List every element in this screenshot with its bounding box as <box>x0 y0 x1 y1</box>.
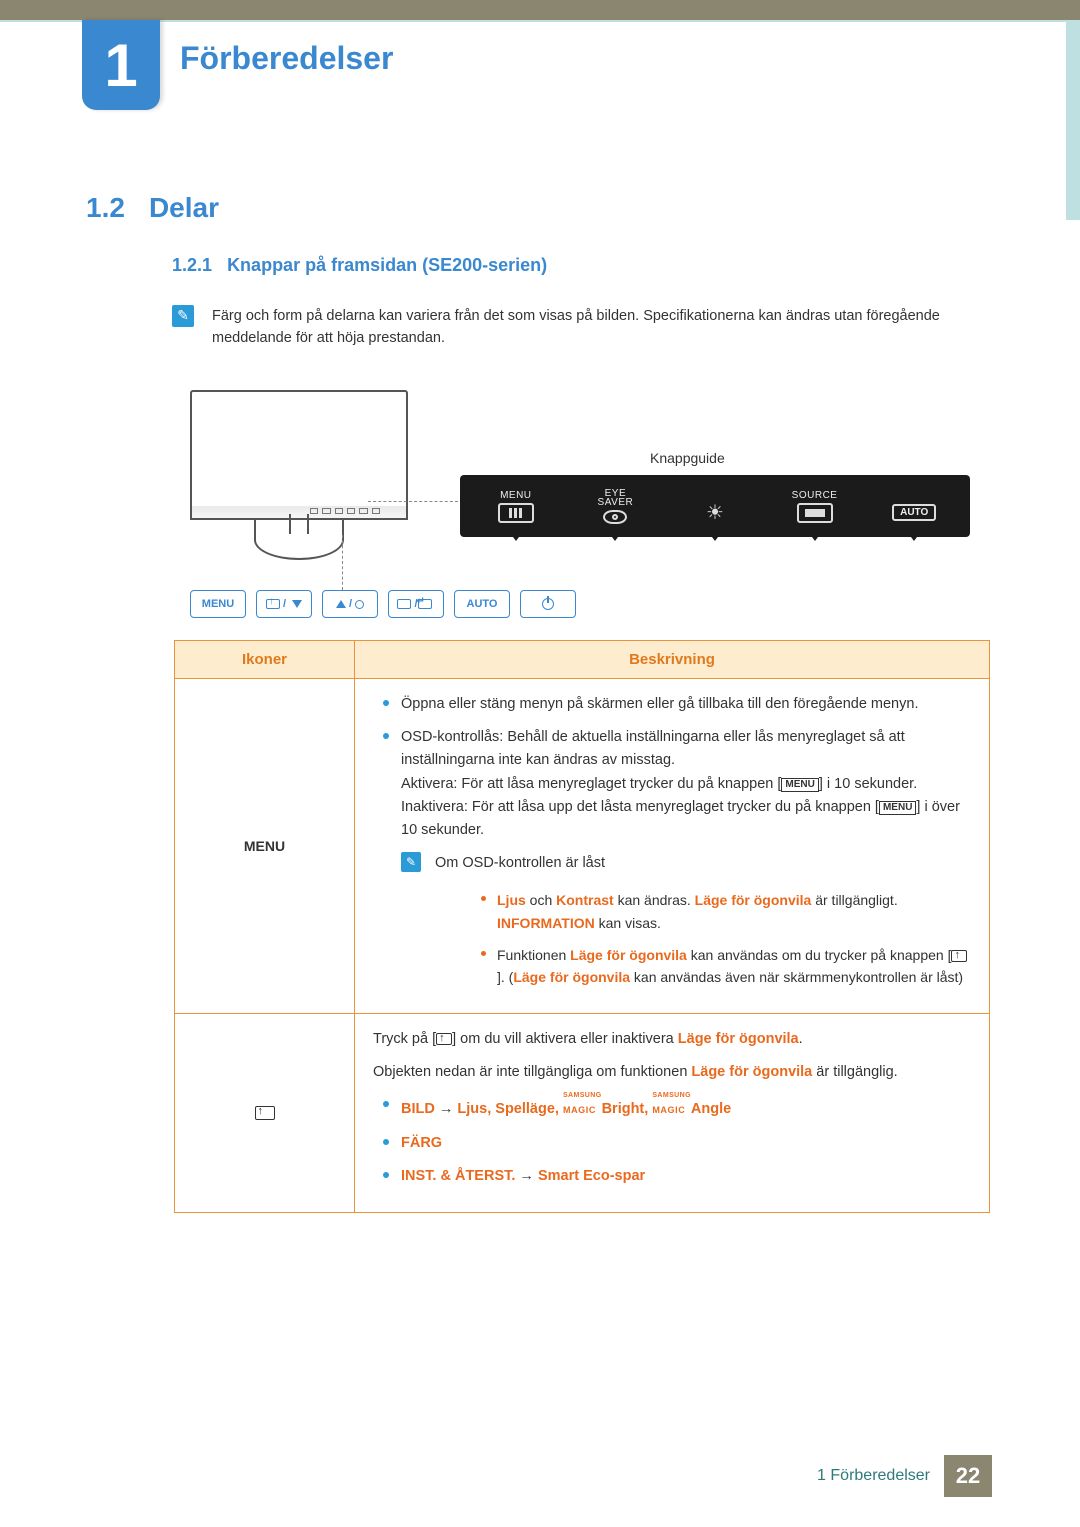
chapter-number-badge: 1 <box>82 20 160 110</box>
list-item: INST. & ÅTERST. → Smart Eco-spar <box>373 1165 971 1188</box>
eye-button-icon <box>951 950 967 962</box>
section-title: Delar <box>149 192 219 224</box>
icon-cell-menu: MENU <box>175 679 355 1014</box>
table-row: Tryck på [] om du vill aktivera eller in… <box>175 1013 990 1212</box>
osd-button-guide: MENU EYE SAVER ☀ SOURCE AUTO <box>460 475 970 537</box>
osd-source: SOURCE <box>765 479 865 533</box>
phys-menu-button: MENU <box>190 590 246 618</box>
phys-up-target-button: / <box>322 590 378 618</box>
chapter-title: Förberedelser <box>180 40 393 77</box>
section-heading: 1.2 Delar <box>86 192 219 224</box>
knappguide-label: Knappguide <box>650 450 725 466</box>
page-number: 22 <box>944 1455 992 1497</box>
samsung-magic-bright: SAMSUNGMAGIC <box>563 1094 602 1121</box>
menu-icon <box>498 503 534 523</box>
list-item: OSD-kontrollås: Behåll de aktuella instä… <box>373 726 971 842</box>
note-text: Färg och form på delarna kan variera frå… <box>212 305 990 350</box>
subsection-number: 1.2.1 <box>172 255 212 275</box>
phys-source-enter-button: / <box>388 590 444 618</box>
samsung-magic-angle: SAMSUNGMAGIC <box>652 1094 691 1121</box>
phys-eye-down-button: / <box>256 590 312 618</box>
phys-auto-button: AUTO <box>454 590 510 618</box>
desc-cell-menu: Öppna eller stäng menyn på skärmen eller… <box>355 679 990 1014</box>
subsection-title: Knappar på framsidan (SE200-serien) <box>227 255 547 275</box>
osd-auto: AUTO <box>864 479 964 533</box>
monitor-illustration <box>190 390 408 560</box>
menu-box-icon: MENU <box>879 801 916 815</box>
note-icon: ✎ <box>401 852 421 872</box>
inline-note: ✎ Om OSD-kontrollen är låst Ljus och Kon… <box>401 852 971 999</box>
button-description-table: Ikoner Beskrivning MENU Öppna eller stän… <box>174 640 990 1213</box>
physical-button-row: MENU / / / AUTO <box>190 590 576 618</box>
list-item: FÄRG <box>373 1132 971 1155</box>
section-number: 1.2 <box>86 192 125 224</box>
brightness-icon: ☀ <box>706 500 724 525</box>
list-item: Öppna eller stäng menyn på skärmen eller… <box>373 693 971 716</box>
callout-line <box>368 501 458 502</box>
list-item: Funktionen Läge för ögonvila kan använda… <box>475 944 971 989</box>
info-note: ✎ Färg och form på delarna kan variera f… <box>172 305 990 350</box>
osd-brightness: ☀ <box>665 479 765 533</box>
table-row: MENU Öppna eller stäng menyn på skärmen … <box>175 679 990 1014</box>
icon-cell-eye <box>175 1013 355 1212</box>
eye-icon <box>603 510 627 524</box>
eye-button-icon <box>436 1033 452 1045</box>
figure-monitor-buttons: Knappguide MENU EYE SAVER ☀ SOURCE AUTO <box>170 380 990 630</box>
subsection-heading: 1.2.1 Knappar på framsidan (SE200-serien… <box>172 255 547 276</box>
callout-line-down <box>342 535 343 590</box>
desc-cell-eye: Tryck på [] om du vill aktivera eller in… <box>355 1013 990 1212</box>
osd-menu: MENU <box>466 479 566 533</box>
phys-power-button <box>520 590 576 618</box>
eye-button-icon <box>255 1106 275 1120</box>
auto-icon: AUTO <box>892 504 936 521</box>
footer-text: 1 Förberedelser <box>817 1467 930 1485</box>
inline-note-title: Om OSD-kontrollen är låst <box>435 855 605 871</box>
th-ikoner: Ikoner <box>175 641 355 679</box>
osd-eye-saver: EYE SAVER <box>566 479 666 533</box>
list-item: Ljus och Kontrast kan ändras. Läge för ö… <box>475 889 971 934</box>
note-icon: ✎ <box>172 305 194 327</box>
page-footer: 1 Förberedelser 22 <box>817 1455 992 1497</box>
menu-box-icon: MENU <box>781 778 818 792</box>
list-item: BILD → Ljus, Spelläge, SAMSUNGMAGICBrigh… <box>373 1094 971 1121</box>
top-brown-bar <box>0 0 1080 20</box>
side-teal-bar <box>1066 20 1080 220</box>
source-icon <box>797 503 833 523</box>
th-beskrivning: Beskrivning <box>355 641 990 679</box>
